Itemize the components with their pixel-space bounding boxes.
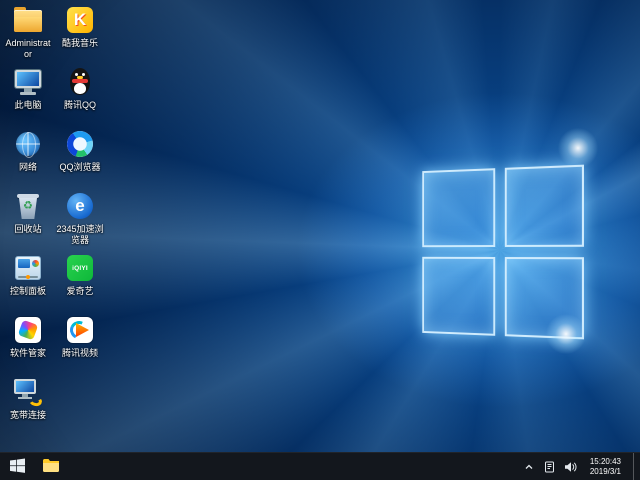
user-folder-icon (12, 4, 44, 36)
tencent-video-icon (64, 314, 96, 346)
desktop-icon-control-panel[interactable]: 控制面板 (2, 252, 54, 314)
iqiyi-icon (64, 252, 96, 284)
network-globe-icon (12, 128, 44, 160)
control-panel-icon (12, 252, 44, 284)
desktop-icon-label: 此电脑 (14, 100, 41, 111)
desktop-icon-grid: Administrator 此电脑 网络 回收站 控制面板 软件管家 (2, 4, 106, 438)
desktop-icon-label: 宽带连接 (10, 410, 46, 421)
desktop-icon-label: 软件管家 (10, 348, 46, 359)
software-manager-icon (12, 314, 44, 346)
desktop-icon-iqiyi[interactable]: 爱奇艺 (54, 252, 106, 314)
desktop-icon-software-manager[interactable]: 软件管家 (2, 314, 54, 376)
folder-icon (43, 459, 59, 475)
kuwo-music-icon (64, 4, 96, 36)
tencent-qq-icon (64, 66, 96, 98)
show-desktop-button[interactable] (633, 453, 638, 480)
taskbar-clock[interactable]: 15:20:43 2019/3/1 (585, 457, 626, 477)
volume-icon[interactable] (564, 459, 578, 475)
desktop-icon-tencent-qq[interactable]: 腾讯QQ (54, 66, 106, 128)
desktop-icon-tencent-video[interactable]: 腾讯视频 (54, 314, 106, 376)
file-explorer-button[interactable] (34, 453, 68, 480)
clock-date: 2019/3/1 (590, 467, 621, 477)
desktop-icon-label: 网络 (19, 162, 37, 173)
desktop-icon-label: 控制面板 (10, 286, 46, 297)
taskbar: 15:20:43 2019/3/1 (0, 452, 640, 480)
desktop-icon-2345-browser[interactable]: 2345加速浏览器 (54, 190, 106, 252)
desktop-icon-this-pc[interactable]: 此电脑 (2, 66, 54, 128)
desktop-icon-recycle-bin[interactable]: 回收站 (2, 190, 54, 252)
desktop-icon-label: 酷我音乐 (62, 38, 98, 49)
desktop-icon-label: QQ浏览器 (59, 162, 100, 173)
qq-browser-icon (64, 128, 96, 160)
windows-logo-icon (10, 458, 25, 476)
desktop-icon-label: Administrator (3, 38, 53, 60)
desktop-icon-label: 回收站 (14, 224, 41, 235)
desktop-icon-qq-browser[interactable]: QQ浏览器 (54, 128, 106, 190)
clock-time: 15:20:43 (590, 457, 621, 467)
this-pc-icon (12, 66, 44, 98)
system-tray: 15:20:43 2019/3/1 (522, 453, 640, 480)
start-button[interactable] (0, 453, 34, 480)
broadband-connection-icon (12, 376, 44, 408)
desktop-icon-broadband[interactable]: 宽带连接 (2, 376, 54, 438)
desktop-icon-label: 腾讯视频 (62, 348, 98, 359)
desktop-icon-label: 2345加速浏览器 (55, 224, 105, 246)
desktop-icon-label: 腾讯QQ (64, 100, 96, 111)
recycle-bin-icon (12, 190, 44, 222)
desktop-icon-kuwo-music[interactable]: 酷我音乐 (54, 4, 106, 66)
desktop-icon-label: 爱奇艺 (66, 286, 93, 297)
chevron-up-icon[interactable] (522, 459, 536, 475)
desktop-icon-administrator[interactable]: Administrator (2, 4, 54, 66)
notes-icon[interactable] (543, 459, 557, 475)
desktop-icon-network[interactable]: 网络 (2, 128, 54, 190)
2345-browser-icon (64, 190, 96, 222)
